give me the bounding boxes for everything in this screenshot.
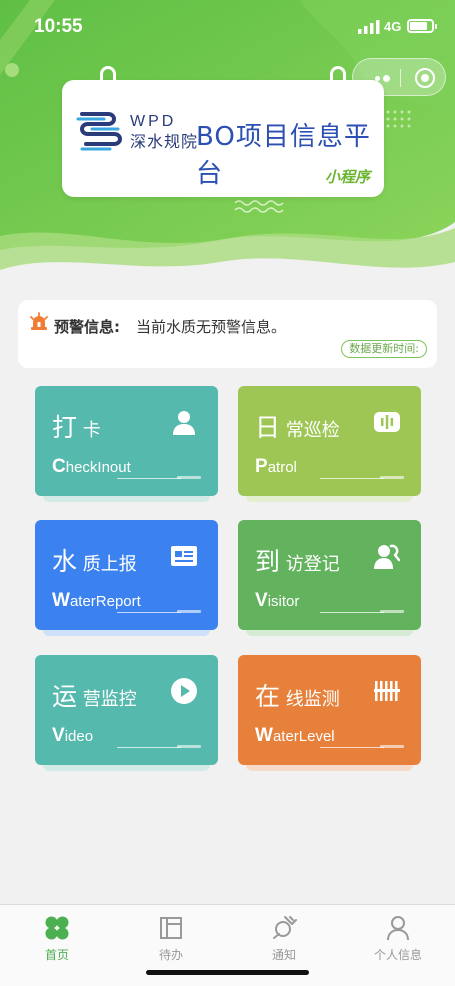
tile-cn-label: 水 质上报 [52,547,137,576]
home-indicator [146,970,309,975]
tab-profile-label: 个人信息 [373,948,422,962]
tile-water-level[interactable]: 在 线监测 WaterLevel [238,655,421,771]
warning-info-panel: 预警信息: 当前水质无预警信息。 数据更新时间: [18,300,437,368]
tile-en-label: Video [52,725,94,746]
play-icon [171,678,197,704]
audio-wave-icon [374,412,400,432]
alarm-light-icon [30,312,48,330]
home-clover-icon [45,916,69,940]
person-icon [173,411,195,435]
tile-shadow [43,628,210,636]
warning-label: 预警信息: [54,318,120,336]
tile-visitor[interactable]: 到 访登记 Visitor [238,520,421,636]
tile-shadow [246,763,413,771]
tile-cn-label: 到 访登记 [255,547,340,576]
wpd-logo-icon [76,112,122,151]
tile-patrol[interactable]: 日 常巡检 Patrol [238,386,421,502]
signal-icon [358,20,380,34]
tab-home[interactable]: 首页 [22,915,92,969]
card-ring-right [330,66,346,88]
tile-decor-line [320,612,384,613]
logo-text: WPD 深水规院 [130,114,198,150]
notification-icon [273,916,297,939]
warning-message: 当前水质无预警信息。 [136,318,287,336]
tile-cn-label: 打 卡 [52,413,101,442]
tile-decor-bar [380,610,404,613]
status-bar: 10:55 4G [0,0,455,52]
logo-cn: 深水规院 [130,132,199,151]
tab-todo-label: 待办 [158,948,183,962]
tile-shadow [246,494,413,502]
tile-decor-line [320,478,384,479]
tile-cn-label: 在 线监测 [255,682,340,711]
tab-profile[interactable]: 个人信息 [363,915,433,969]
tile-decor-line [320,747,384,748]
tile-decor-bar [177,610,201,613]
data-update-time: 数据更新时间: [341,340,427,358]
tile-decor-bar [380,745,404,748]
tile-en-label: WaterLevel [255,725,335,746]
battery-icon [407,19,437,33]
network-type: 4G [384,19,402,34]
level-bars-icon [374,681,400,701]
profile-icon [387,916,409,941]
tile-cn-label: 运 营监控 [52,682,137,711]
tile-en-label: CheckInout [52,456,131,477]
logo-en: WPD [130,113,177,130]
todo-layout-icon [160,917,182,939]
visitor-icon [374,544,401,569]
tile-decor-line [117,478,181,479]
id-card-icon [171,546,197,566]
tile-cn-label: 日 常巡检 [255,413,340,442]
header-banner: 10:55 4G WPD 深水规院 BO项目信息平台 小程序 [0,0,455,290]
tab-todo[interactable]: 待办 [136,915,206,969]
card-ring-left [100,66,116,88]
close-miniprogram-icon[interactable] [415,68,435,88]
tile-decor-bar [177,476,201,479]
tile-decor-line [117,747,181,748]
tile-checkin[interactable]: 打 卡 CheckInout [35,386,218,502]
tab-home-label: 首页 [44,948,69,962]
tile-en-label: Visitor [255,590,300,611]
tile-decor-line [117,612,181,613]
tile-video[interactable]: 运 营监控 Video [35,655,218,771]
tile-en-label: WaterReport [52,590,141,611]
capsule-divider [400,69,401,87]
tile-shadow [43,494,210,502]
tab-notification-label: 通知 [271,948,296,962]
status-time: 10:55 [34,16,83,37]
tile-en-label: Patrol [255,456,297,477]
tile-water-report[interactable]: 水 质上报 WaterReport [35,520,218,636]
tile-decor-bar [380,476,404,479]
platform-subtitle: 小程序 [324,168,370,186]
tab-notification[interactable]: 通知 [249,915,319,969]
tile-shadow [246,628,413,636]
tile-decor-bar [177,745,201,748]
platform-title-card: WPD 深水规院 BO项目信息平台 小程序 [62,66,384,197]
tile-shadow [43,763,210,771]
